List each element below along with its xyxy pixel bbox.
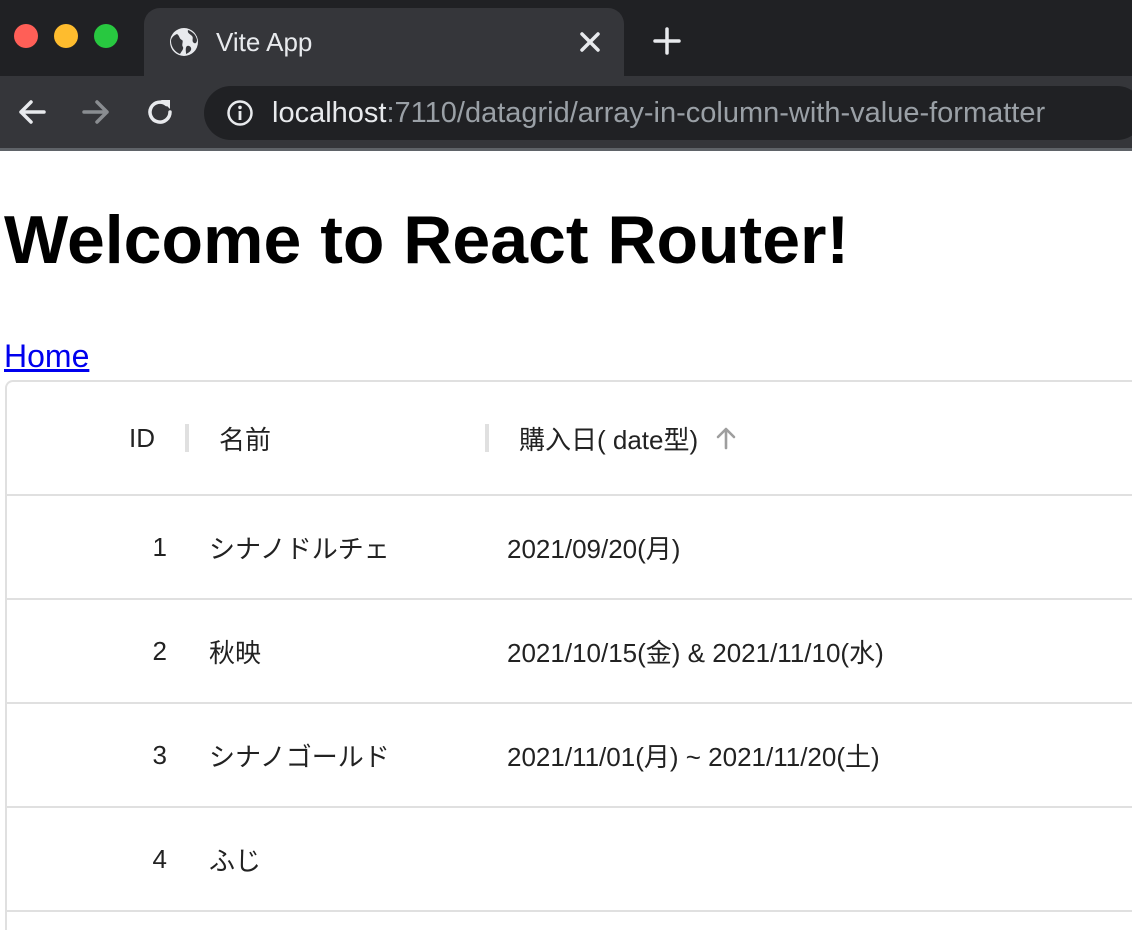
column-header-name[interactable]: 名前 bbox=[187, 382, 487, 494]
plus-icon[interactable] bbox=[650, 24, 684, 58]
url-text[interactable]: localhost:7110/datagrid/array-in-column-… bbox=[272, 96, 1045, 130]
arrow-left-icon[interactable] bbox=[14, 94, 50, 130]
column-header-label: 名前 bbox=[219, 424, 272, 455]
info-icon[interactable] bbox=[226, 99, 254, 127]
column-header-purchase-date[interactable]: 購入日( date型) bbox=[487, 382, 1087, 494]
column-header-id[interactable]: ID bbox=[7, 382, 187, 494]
toolbar-divider bbox=[0, 148, 1132, 151]
cell-name: シナノドルチェ bbox=[209, 533, 390, 564]
browser-tab-bar: Vite App bbox=[0, 0, 1132, 76]
page-title: Welcome to React Router! bbox=[4, 202, 850, 278]
window-maximize-button[interactable] bbox=[94, 24, 118, 48]
arrow-up-icon[interactable] bbox=[712, 424, 740, 452]
cell-name: ふじ bbox=[209, 845, 262, 876]
table-row[interactable]: 1 シナノドルチェ 2021/09/20(月) bbox=[7, 496, 1132, 600]
window-minimize-button[interactable] bbox=[54, 24, 78, 48]
home-link[interactable]: Home bbox=[4, 336, 89, 376]
url-path: :7110/datagrid/array-in-column-with-valu… bbox=[386, 97, 1046, 129]
globe-icon bbox=[170, 28, 198, 56]
cell-purchase-date bbox=[487, 808, 1127, 910]
browser-toolbar: localhost:7110/datagrid/array-in-column-… bbox=[0, 76, 1132, 148]
window-close-button[interactable] bbox=[14, 24, 38, 48]
arrow-right-icon[interactable] bbox=[78, 94, 114, 130]
cell-name: シナノゴールド bbox=[209, 741, 390, 772]
cell-purchase-date: 2021/09/20(月) bbox=[507, 533, 681, 564]
url-host: localhost bbox=[272, 97, 387, 129]
column-header-label: ID bbox=[129, 422, 155, 453]
table-row[interactable]: 2 秋映 2021/10/15(金) & 2021/11/10(水) bbox=[7, 600, 1132, 704]
tab-title: Vite App bbox=[216, 27, 313, 57]
column-header-label: 購入日( date型) bbox=[519, 424, 699, 455]
cell-id: 1 bbox=[152, 531, 167, 562]
reload-icon[interactable] bbox=[142, 94, 178, 130]
table-row[interactable]: 4 ふじ bbox=[7, 808, 1132, 912]
cell-id: 3 bbox=[152, 739, 167, 770]
cell-purchase-date: 2021/10/15(金) & 2021/11/10(水) bbox=[507, 637, 884, 668]
browser-tab[interactable]: Vite App bbox=[144, 8, 624, 76]
grid-header-row: ID 名前 購入日( date型) bbox=[7, 382, 1132, 496]
cell-name: 秋映 bbox=[209, 637, 262, 668]
address-bar[interactable]: localhost:7110/datagrid/array-in-column-… bbox=[204, 86, 1132, 140]
data-grid: ID 名前 購入日( date型) 1 シナノドルチェ 2021/09/20(月… bbox=[5, 380, 1132, 930]
cell-id: 2 bbox=[152, 635, 167, 666]
cell-id: 4 bbox=[152, 843, 167, 874]
close-icon[interactable] bbox=[574, 26, 606, 58]
table-row[interactable]: 3 シナノゴールド 2021/11/01(月) ~ 2021/11/20(土) bbox=[7, 704, 1132, 808]
cell-purchase-date: 2021/11/01(月) ~ 2021/11/20(土) bbox=[507, 741, 880, 772]
